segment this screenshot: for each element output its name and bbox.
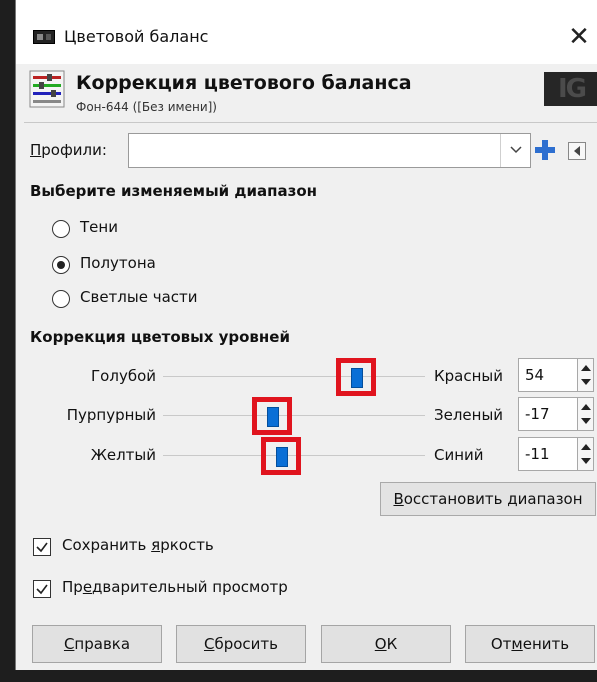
image-name: Фон-644 ([Без имени]): [76, 100, 217, 114]
radio-button[interactable]: [52, 220, 70, 238]
levels-section-title: Коррекция цветовых уровней: [30, 328, 290, 346]
image-thumbnail: IG: [544, 72, 597, 106]
gimp-app-icon: [33, 30, 55, 44]
help-button[interactable]: Справка: [32, 625, 162, 663]
preset-menu-icon[interactable]: [568, 142, 586, 160]
preview-checkbox[interactable]: [33, 580, 51, 598]
add-preset-plus-icon[interactable]: [533, 138, 557, 162]
red-label: Красный: [434, 367, 504, 385]
magenta-green-value: -17: [525, 405, 550, 423]
title-bar: Цветовой баланс ✕: [16, 0, 597, 64]
spin-down-icon[interactable]: [581, 379, 591, 385]
cyan-red-spin-buttons[interactable]: [578, 358, 594, 392]
profiles-label: Профили:: [30, 141, 107, 159]
cyan-red-slider-row: Голубой Красный 54: [16, 358, 597, 396]
highlight-box: [252, 397, 292, 435]
background-bottom-edge: [0, 670, 597, 682]
magenta-green-slider-handle[interactable]: [267, 407, 279, 427]
spin-down-icon[interactable]: [581, 418, 591, 424]
radio-highlights-label: Светлые части: [80, 288, 198, 306]
checkmark-icon: [36, 584, 48, 595]
magenta-label: Пурпурный: [66, 406, 156, 424]
preview-label: Предварительный просмотр: [62, 578, 288, 596]
cyan-red-value: 54: [525, 366, 545, 384]
reset-button[interactable]: Сбросить: [176, 625, 306, 663]
cyan-label: Голубой: [91, 367, 156, 385]
magenta-green-slider-row: Пурпурный Зеленый -17: [16, 397, 597, 435]
spin-down-icon[interactable]: [581, 458, 591, 464]
yellow-blue-spin-buttons[interactable]: [578, 437, 594, 471]
preserve-luminosity-label: Сохранить яркость: [62, 536, 214, 554]
cancel-button[interactable]: Отменить: [465, 625, 595, 663]
radio-button-selected[interactable]: [52, 256, 70, 274]
highlight-box: [336, 358, 376, 396]
yellow-blue-slider-row: Желтый Синий -11: [16, 437, 597, 475]
spin-up-icon[interactable]: [581, 444, 591, 450]
checkmark-icon: [36, 542, 48, 553]
radio-midtones-label: Полутона: [80, 254, 156, 272]
range-section-title: Выберите изменяемый диапазон: [30, 182, 317, 200]
dialog-heading: Коррекция цветового баланса: [76, 72, 412, 94]
cyan-red-slider-handle[interactable]: [351, 368, 363, 388]
radio-shadows-label: Тени: [80, 218, 118, 236]
color-balance-dialog: Цветовой баланс ✕ Коррекция цветового ба…: [15, 0, 597, 670]
close-button[interactable]: ✕: [564, 22, 594, 52]
yellow-label: Желтый: [90, 446, 156, 464]
highlight-box: [261, 437, 301, 475]
yellow-blue-value: -11: [525, 445, 550, 463]
magenta-green-track[interactable]: [163, 415, 425, 416]
background-left-edge: [0, 0, 15, 682]
magenta-green-spin-buttons[interactable]: [578, 397, 594, 431]
green-label: Зеленый: [434, 406, 504, 424]
magenta-green-spinbox[interactable]: -17: [518, 397, 578, 431]
header-separator: [24, 122, 597, 123]
ok-button[interactable]: ОК: [321, 625, 451, 663]
cyan-red-track[interactable]: [163, 376, 425, 377]
color-balance-tool-icon: [29, 70, 65, 108]
chevron-down-icon: [510, 146, 522, 154]
profiles-combobox[interactable]: [128, 133, 531, 168]
window-title: Цветовой баланс: [64, 27, 209, 46]
reset-range-button[interactable]: Восстановить диапазон: [380, 482, 596, 516]
yellow-blue-spinbox[interactable]: -11: [518, 437, 578, 471]
spin-up-icon[interactable]: [581, 365, 591, 371]
blue-label: Синий: [434, 446, 484, 464]
cyan-red-spinbox[interactable]: 54: [518, 358, 578, 392]
profiles-dropdown-button[interactable]: [500, 134, 530, 167]
spin-up-icon[interactable]: [581, 404, 591, 410]
yellow-blue-slider-handle[interactable]: [276, 447, 288, 467]
radio-button[interactable]: [52, 290, 70, 308]
preserve-luminosity-checkbox[interactable]: [33, 538, 51, 556]
